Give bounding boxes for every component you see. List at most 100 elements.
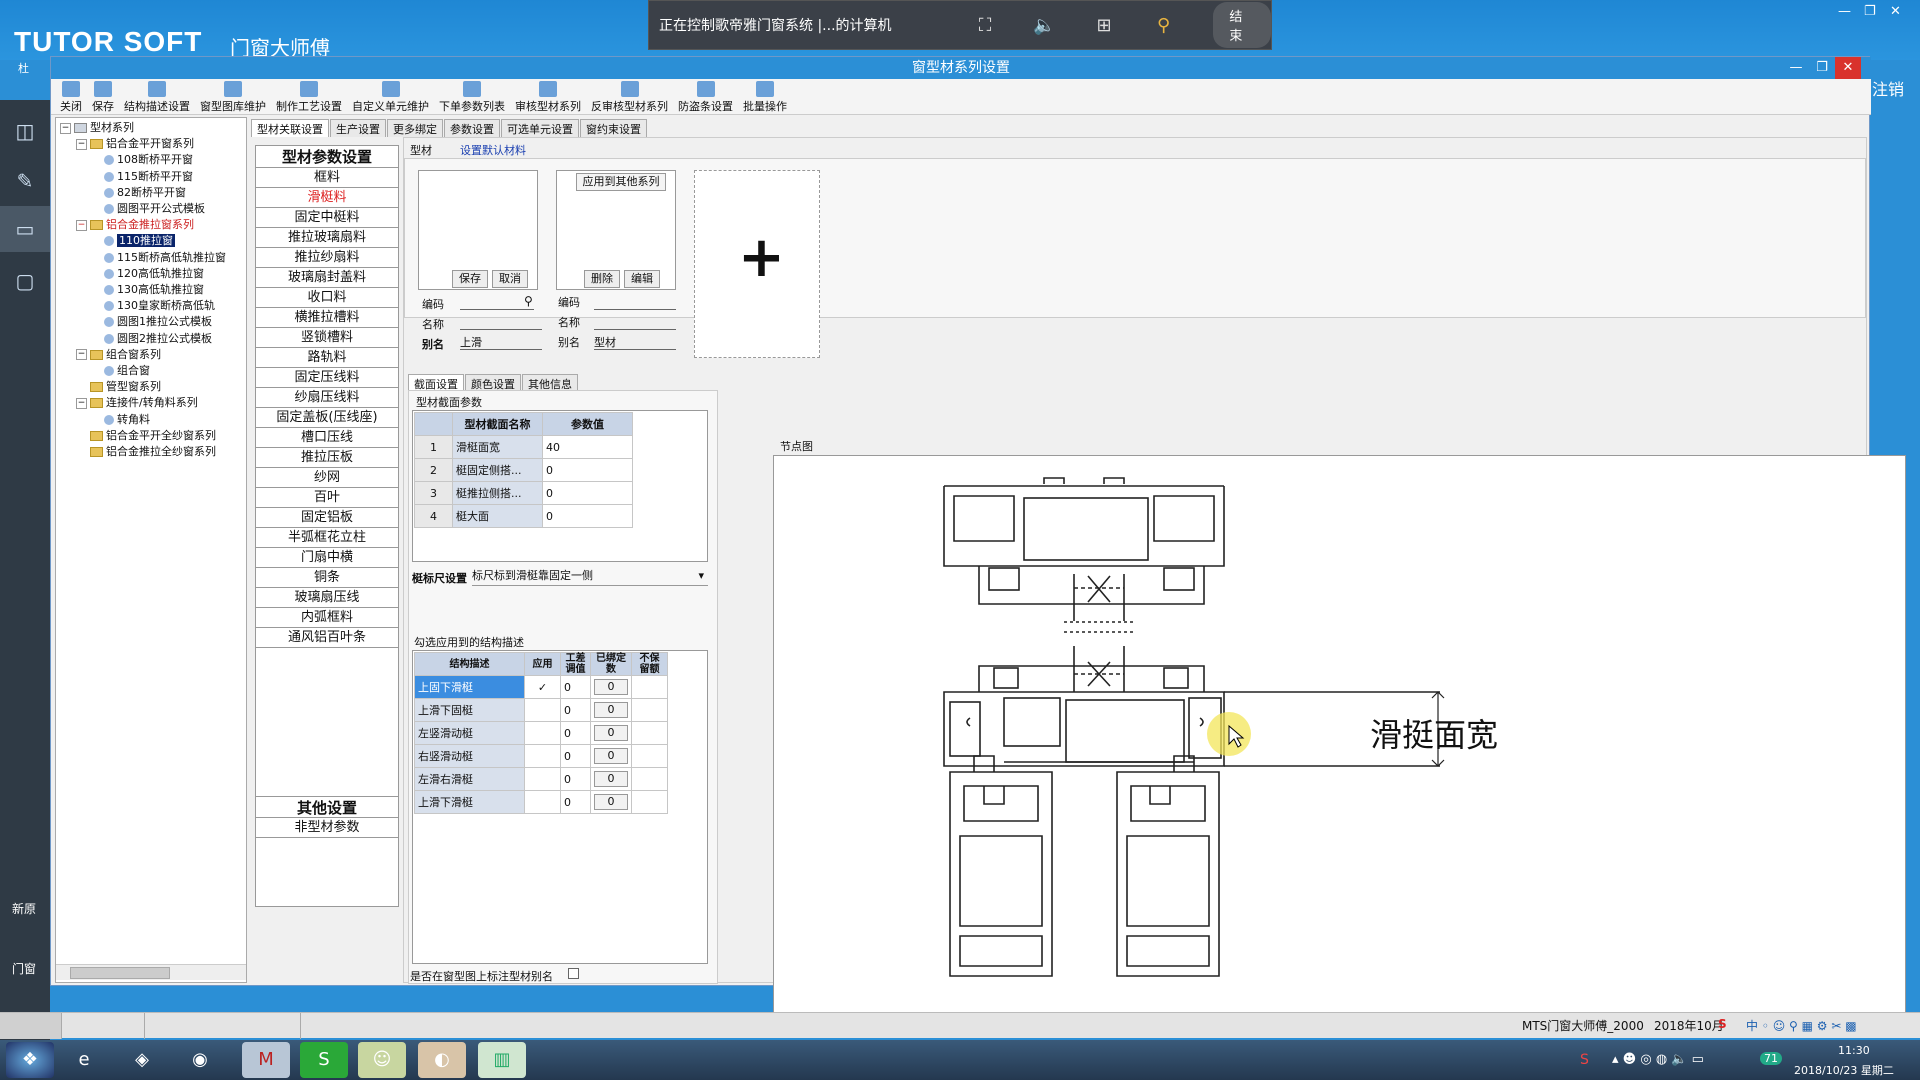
diff-value[interactable]: 0 <box>560 675 591 699</box>
table-row[interactable]: 3 梃推拉侧搭... 0 <box>414 481 633 505</box>
profile-item[interactable]: 固定中梃料 <box>256 208 398 228</box>
no-keep-cell[interactable] <box>631 744 668 768</box>
apply-other-series-button[interactable]: 应用到其他系列 <box>576 173 666 191</box>
tree-folder[interactable]: − 铝合金平开窗系列 <box>76 136 194 152</box>
profile-item[interactable]: 路轨料 <box>256 348 398 368</box>
tree-scrollbar[interactable] <box>56 964 246 980</box>
tree-folder[interactable]: − 铝合金推拉窗系列 <box>76 217 194 233</box>
diff-value[interactable]: 0 <box>560 790 591 814</box>
alias-input[interactable]: 上滑 <box>460 334 542 350</box>
param-value[interactable]: 0 <box>542 504 633 528</box>
volume-icon[interactable]: 🔈 <box>1025 10 1065 40</box>
logout-fragment[interactable]: 注销 <box>1872 76 1904 100</box>
profile-item[interactable]: 纱网 <box>256 468 398 488</box>
default-material-tab[interactable]: 设置默认材料 <box>460 142 526 158</box>
browser-icon[interactable]: ◉ <box>176 1042 224 1078</box>
diff-value[interactable]: 0 <box>560 721 591 745</box>
tree-leaf[interactable]: 转角料 <box>104 412 150 428</box>
chevron-down-icon[interactable]: ▾ <box>698 568 704 584</box>
apply-checkbox[interactable] <box>524 744 561 768</box>
profile-item[interactable]: 玻璃扇封盖料 <box>256 268 398 288</box>
collapse-icon[interactable]: − <box>76 138 87 150</box>
tab-2[interactable]: 更多绑定 <box>387 119 443 137</box>
profile-item[interactable]: 门扇中横 <box>256 548 398 568</box>
document-icon[interactable]: ✎ <box>10 166 40 196</box>
tree-leaf[interactable]: 130皇家断桥高低轨 <box>104 298 215 314</box>
table-row[interactable]: 2 梃固定侧搭... 0 <box>414 458 633 482</box>
save-button[interactable]: 保存 <box>452 270 488 288</box>
tree-leaf[interactable]: 115断桥平开窗 <box>104 169 193 185</box>
add-icon[interactable]: + <box>738 228 785 288</box>
tab-0[interactable]: 型材关联设置 <box>251 119 329 137</box>
tree-leaf[interactable]: 110推拉窗 <box>104 233 175 249</box>
search-icon[interactable]: ⚲ <box>524 294 533 308</box>
profile-item[interactable]: 滑梃料 <box>256 188 398 208</box>
bound-count-button[interactable]: 0 <box>594 702 628 718</box>
param-value[interactable]: 0 <box>542 481 633 505</box>
no-keep-cell[interactable] <box>631 767 668 791</box>
toolbar-button[interactable]: 防盗条设置 <box>673 79 738 114</box>
diff-value[interactable]: 0 <box>560 744 591 768</box>
profile-item[interactable]: 百叶 <box>256 488 398 508</box>
section-tab-1[interactable]: 颜色设置 <box>465 374 521 391</box>
toolbar-button[interactable]: 关闭 <box>55 79 87 114</box>
collapse-icon[interactable]: − <box>60 122 71 134</box>
profile-item[interactable]: 通风铝百叶条 <box>256 628 398 648</box>
profile-item[interactable]: 推拉玻璃扇料 <box>256 228 398 248</box>
tree-leaf[interactable]: 130高低轨推拉窗 <box>104 282 204 298</box>
toolbar-button[interactable]: 审核型材系列 <box>510 79 586 114</box>
window-minimize-icon[interactable]: — <box>1783 57 1809 79</box>
toolbar-button[interactable]: 保存 <box>87 79 119 114</box>
tab-1[interactable]: 生产设置 <box>330 119 386 137</box>
tree-leaf[interactable]: 圆图平开公式模板 <box>104 201 205 217</box>
param-value[interactable]: 40 <box>542 435 633 459</box>
ime-icon[interactable]: S <box>1718 1017 1727 1031</box>
profile-item[interactable]: 纱扇压线料 <box>256 388 398 408</box>
apply-checkbox[interactable] <box>524 698 561 722</box>
tree-root[interactable]: − 型材系列 <box>60 120 134 136</box>
alias-mark-checkbox[interactable] <box>568 968 579 979</box>
tree-folder[interactable]: − 连接件/转角料系列 <box>76 395 198 411</box>
tree-folder[interactable]: 管型窗系列 <box>76 379 161 395</box>
tree-leaf[interactable]: 圆图2推拉公式模板 <box>104 331 212 347</box>
profile-item[interactable]: 固定压线料 <box>256 368 398 388</box>
tree-folder[interactable]: − 组合窗系列 <box>76 347 161 363</box>
profile-item[interactable]: 半弧框花立柱 <box>256 528 398 548</box>
cancel-button[interactable]: 取消 <box>492 270 528 288</box>
table-row[interactable]: 4 梃大面 0 <box>414 504 633 528</box>
no-keep-cell[interactable] <box>631 790 668 814</box>
panel-icon[interactable]: ◫ <box>10 116 40 146</box>
table-row[interactable]: 左滑右滑梃 0 0 <box>414 767 668 791</box>
no-keep-cell[interactable] <box>631 698 668 722</box>
apply-checkbox[interactable]: ✓ <box>524 675 561 699</box>
table-row[interactable]: 上滑下滑梃 0 0 <box>414 790 668 814</box>
toolbar-button[interactable]: 结构描述设置 <box>119 79 195 114</box>
table-row[interactable]: 上滑下固梃 0 0 <box>414 698 668 722</box>
profile-item[interactable]: 竖锁槽料 <box>256 328 398 348</box>
table-row[interactable]: 左竖滑动梃 0 0 <box>414 721 668 745</box>
tray-icons[interactable]: ▴ ☻ ◎ ◍ 🔈 ▭ <box>1612 1052 1704 1067</box>
apply-checkbox[interactable] <box>524 721 561 745</box>
ie-icon[interactable]: e <box>60 1042 108 1078</box>
bound-count-button[interactable]: 0 <box>594 748 628 764</box>
bound-count-button[interactable]: 0 <box>594 725 628 741</box>
collapse-icon[interactable]: − <box>76 219 87 231</box>
tree-leaf[interactable]: 圆图1推拉公式模板 <box>104 314 212 330</box>
collapse-icon[interactable]: − <box>76 397 87 409</box>
profile-item[interactable]: 内弧框料 <box>256 608 398 628</box>
tree-leaf[interactable]: 120高低轨推拉窗 <box>104 266 204 282</box>
edit-button[interactable]: 编辑 <box>624 270 660 288</box>
delete-button[interactable]: 删除 <box>584 270 620 288</box>
toolbar-button[interactable]: 批量操作 <box>738 79 792 114</box>
window-maximize-icon[interactable]: ❐ <box>1809 57 1835 79</box>
diff-value[interactable]: 0 <box>560 698 591 722</box>
profile-item[interactable]: 固定铝板 <box>256 508 398 528</box>
profile-tab[interactable]: 型材 <box>410 142 432 158</box>
tab-5[interactable]: 窗约束设置 <box>580 119 647 137</box>
ime-tray-icons[interactable]: 中 ◦ ☺ ⚲ ▦ ⚙ ✂ ▩ <box>1746 1017 1857 1034</box>
tree-folder[interactable]: 铝合金平开全纱窗系列 <box>76 428 216 444</box>
tree-leaf[interactable]: 82断桥平开窗 <box>104 185 186 201</box>
toolbar-button[interactable]: 自定义单元维护 <box>347 79 434 114</box>
bound-count-button[interactable]: 0 <box>594 679 628 695</box>
profile-item[interactable]: 横推拉槽料 <box>256 308 398 328</box>
